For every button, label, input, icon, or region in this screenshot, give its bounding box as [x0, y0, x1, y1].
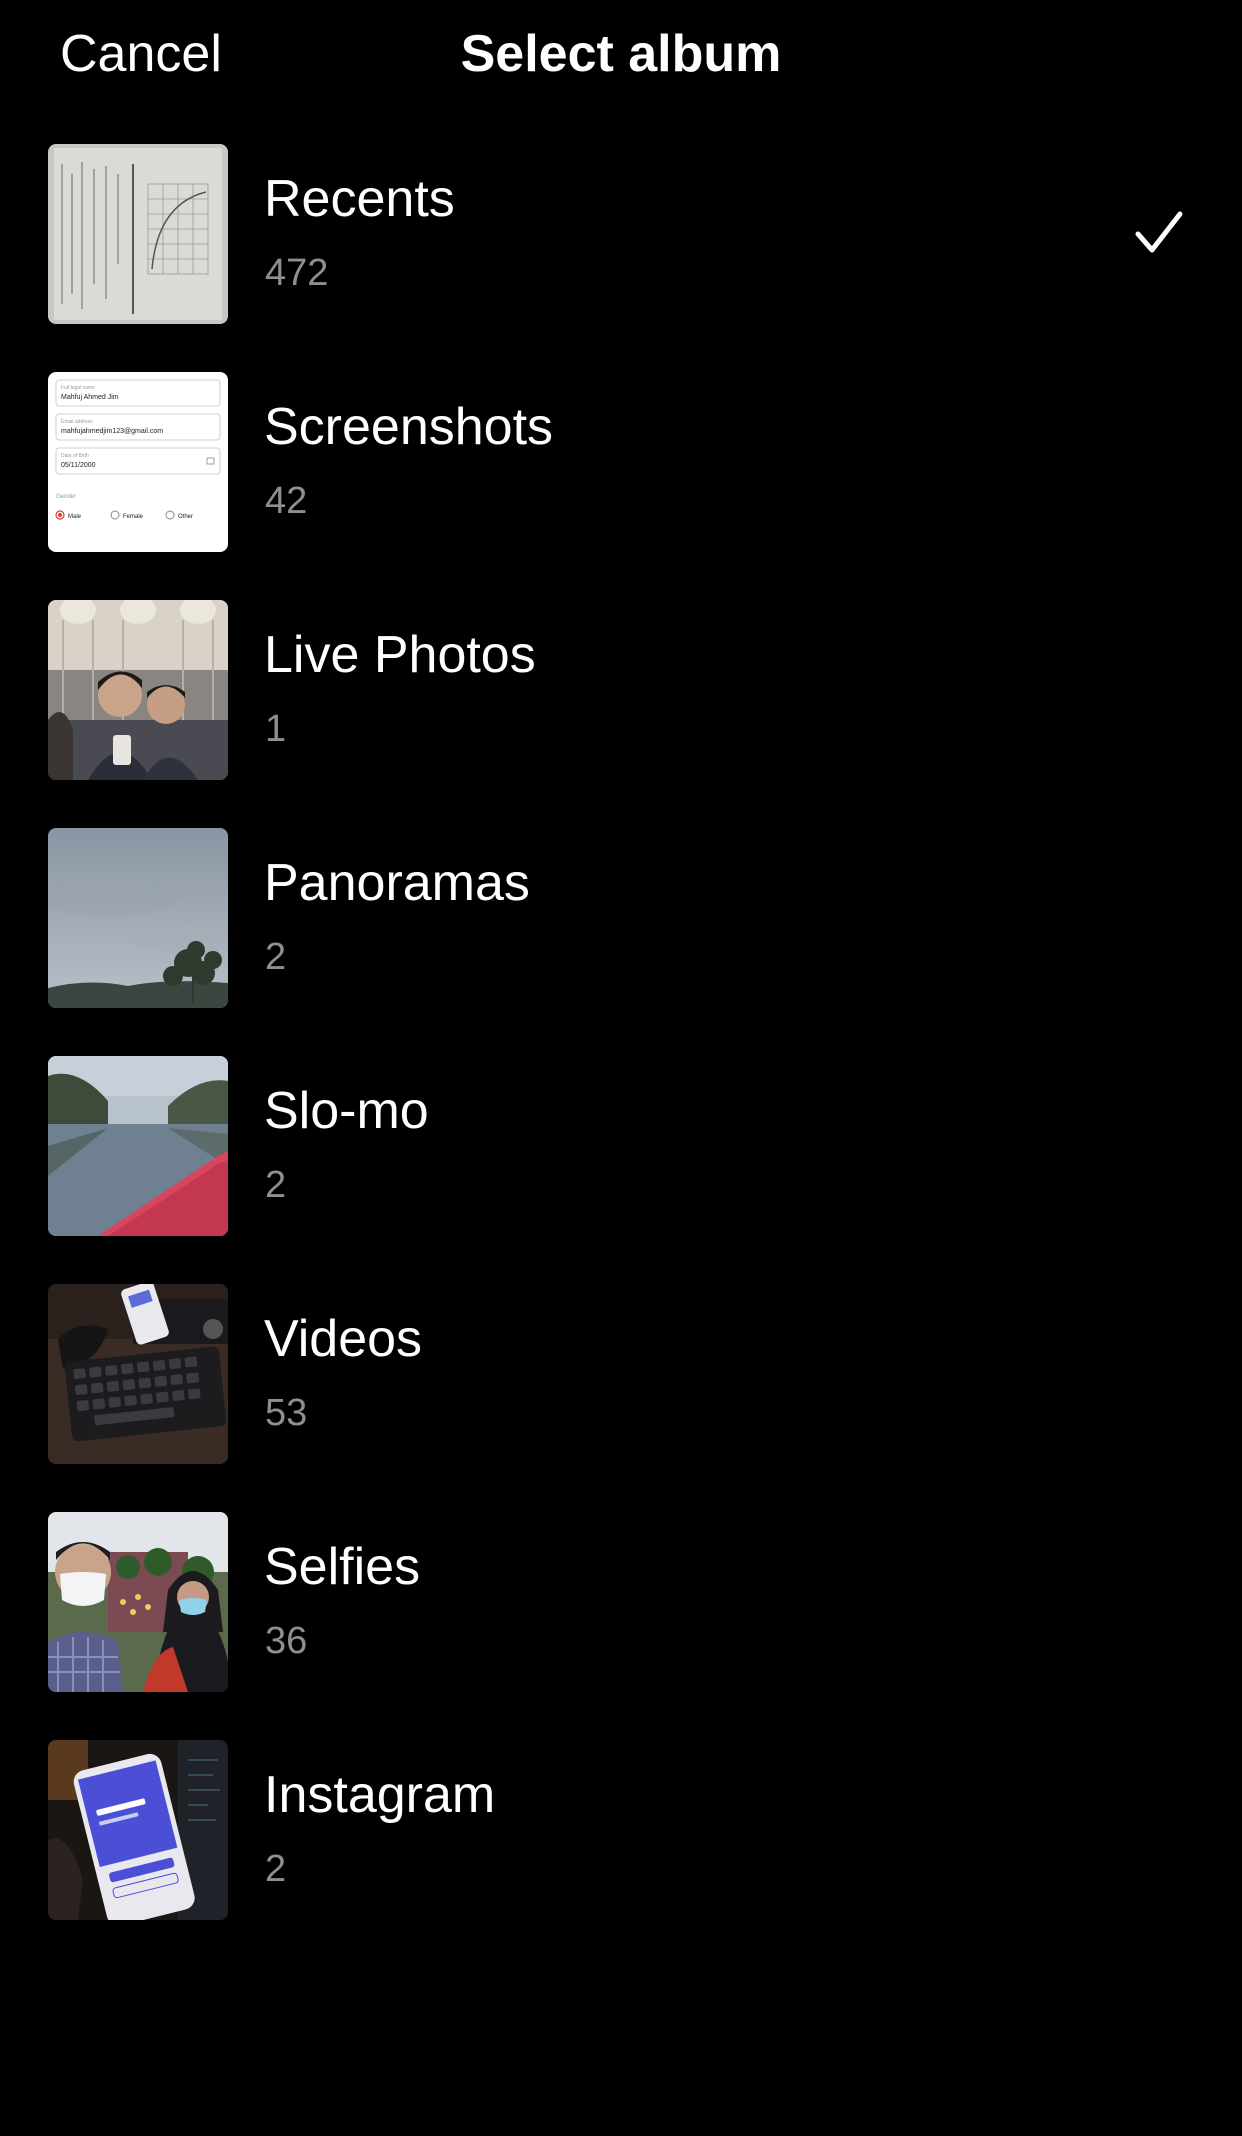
form-option-other: Other [178, 514, 193, 520]
album-row-instagram[interactable]: Instagram 2 [0, 1740, 1242, 1968]
album-thumbnail [48, 144, 228, 324]
form-name-label: Full legal name [61, 385, 95, 391]
album-thumbnail [48, 1284, 228, 1464]
checkmark-icon [1135, 211, 1183, 253]
form-gender-label: Gender [56, 494, 76, 500]
album-name: Slo-mo [264, 1082, 429, 1140]
album-row-live-photos[interactable]: Live Photos 1 [0, 600, 1242, 828]
album-name: Screenshots [264, 398, 554, 456]
album-count: 472 [265, 252, 329, 294]
form-name-value: Mahfuj Ahmed Jim [61, 394, 119, 401]
album-thumbnail [48, 1740, 228, 1920]
album-name: Live Photos [264, 626, 536, 684]
album-count: 2 [265, 936, 287, 978]
page-title: Select album [460, 25, 782, 83]
album-thumbnail [48, 828, 228, 1008]
form-option-male: Male [68, 514, 82, 520]
album-name: Selfies [264, 1538, 421, 1596]
album-name: Panoramas [264, 854, 530, 912]
album-row-panoramas[interactable]: Panoramas 2 [0, 828, 1242, 1056]
album-count: 42 [265, 480, 308, 522]
form-dob-label: Date of Birth [61, 453, 89, 459]
form-option-female: Female [123, 514, 144, 520]
album-count: 1 [265, 708, 287, 750]
album-thumbnail: Full legal name Mahfuj Ahmed Jim Email a… [48, 372, 228, 552]
album-count: 2 [265, 1164, 287, 1206]
album-row-slo-mo[interactable]: Slo-mo 2 [0, 1056, 1242, 1284]
form-email-label: Email address [61, 419, 93, 425]
album-count: 36 [265, 1620, 308, 1662]
album-thumbnail [48, 1056, 228, 1236]
nav-bar: Cancel Select album [0, 0, 1242, 110]
album-name: Videos [264, 1310, 423, 1368]
album-name: Recents [264, 170, 455, 228]
album-row-screenshots[interactable]: Full legal name Mahfuj Ahmed Jim Email a… [0, 372, 1242, 600]
album-list: Recents 472 Full legal name Mahfuj Ahmed… [0, 144, 1242, 1968]
form-dob-value: 05/11/2000 [61, 462, 96, 469]
album-name: Instagram [264, 1766, 496, 1824]
form-email-value: mahfujahmedjim123@gmail.com [61, 428, 163, 435]
album-count: 2 [265, 1848, 287, 1890]
album-count: 53 [265, 1392, 308, 1434]
album-row-selfies[interactable]: Selfies 36 [0, 1512, 1242, 1740]
album-row-recents[interactable]: Recents 472 [0, 144, 1242, 372]
album-thumbnail [48, 600, 228, 780]
album-row-videos[interactable]: Videos 53 [0, 1284, 1242, 1512]
album-thumbnail [48, 1512, 228, 1692]
